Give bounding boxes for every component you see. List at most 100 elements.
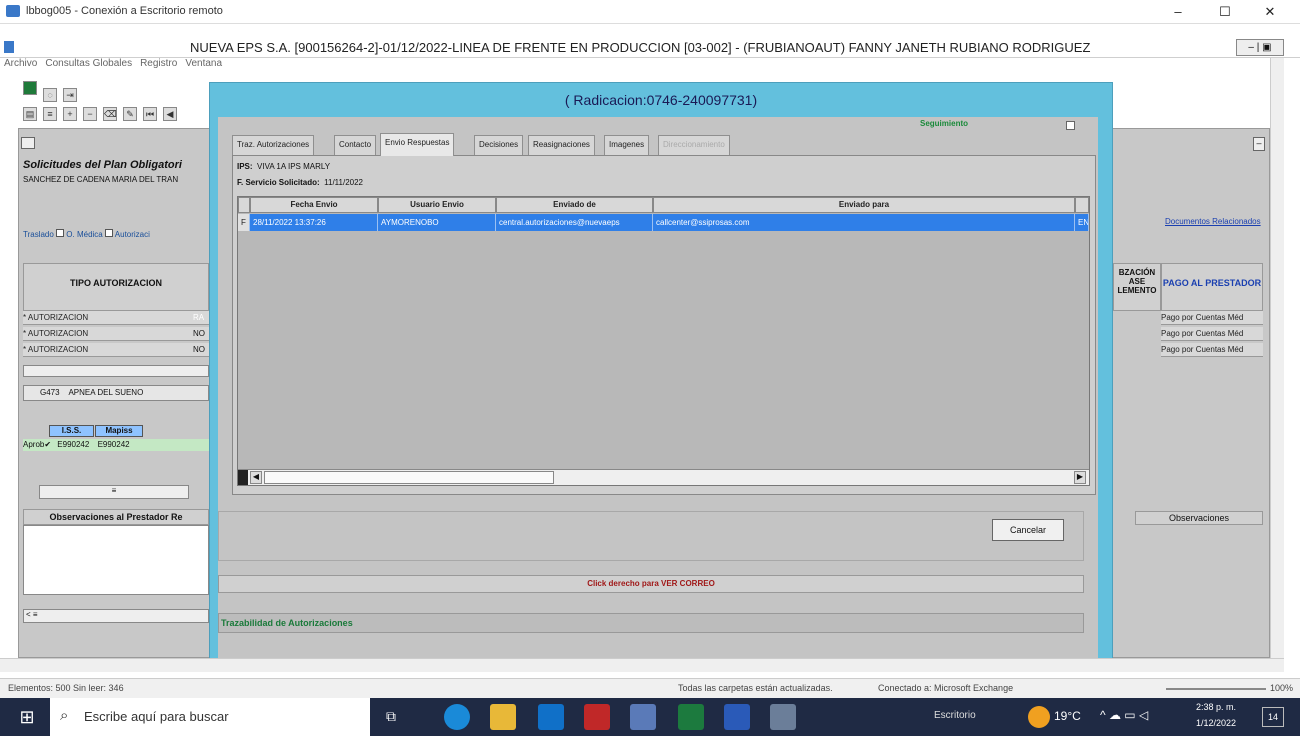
tab-envio-respuestas[interactable]: Envio Respuestas (380, 133, 455, 156)
tab-contacto[interactable]: Contacto (334, 135, 377, 155)
excel-icon[interactable] (678, 704, 704, 730)
exit-icon[interactable]: ⇥ (63, 88, 77, 102)
taskbar-search[interactable]: ⌕ Escribe aquí para buscar (50, 698, 370, 736)
observaciones-prestador-field[interactable] (23, 525, 209, 595)
print-icon[interactable]: ▤ (23, 107, 37, 121)
observaciones-prestador-header: Observaciones al Prestador Re (23, 509, 209, 525)
word-icon[interactable] (724, 704, 750, 730)
auth-row-3[interactable]: * AUTORIZACION (23, 343, 209, 357)
forms-title: NUEVA EPS S.A. [900156264-2]-01/12/2022-… (190, 40, 1091, 55)
app-hscroll[interactable] (0, 658, 1284, 672)
menu-registro[interactable]: Registro (140, 58, 177, 69)
status-connection: Conectado a: Microsoft Exchange (878, 683, 1014, 693)
seguimiento-checkbox[interactable] (1066, 121, 1075, 130)
scroll-left-icon[interactable]: ◀ (250, 471, 262, 484)
scroll-right-icon[interactable]: ▶ (1074, 471, 1086, 484)
zoom-slider[interactable] (1166, 688, 1266, 690)
approval-status: Aprob (23, 440, 45, 449)
envio-respuestas-panel: IPS: VIVA 1A IPS MARLY F. Servicio Solic… (232, 155, 1096, 495)
mapiss-code: E990242 (97, 440, 130, 449)
paint-icon[interactable] (770, 704, 796, 730)
forms-window-controls[interactable]: – | ▣ (1236, 39, 1284, 56)
auth-row-1[interactable]: * AUTORIZACION (23, 311, 209, 325)
preview-icon[interactable]: ◌ (43, 88, 57, 102)
cancel-button[interactable]: Cancelar (992, 519, 1064, 541)
edit-icon[interactable]: ✎ (123, 107, 137, 121)
row-indicator[interactable]: F (238, 214, 250, 231)
remote-desktop-icon[interactable] (630, 704, 656, 730)
menu-consultas[interactable]: Consultas Globales (45, 58, 132, 69)
minimize-button[interactable]: – (1158, 2, 1198, 22)
close-button[interactable]: ✕ (1250, 2, 1290, 22)
tab-direccionamiento: Direccionamiento (658, 135, 730, 155)
file-explorer-icon[interactable] (490, 704, 516, 730)
toolbar-nav: ▤ ≡ + − ⌫ ✎ ⏮ ◀ (20, 104, 180, 126)
search-icon: ⌕ (60, 707, 69, 724)
desktop-toolbar[interactable]: Escritorio (934, 710, 976, 721)
outlook-statusbar: Elementos: 500 Sin leer: 346 Todas las c… (0, 678, 1300, 698)
oracle-forms-icon[interactable] (584, 704, 610, 730)
weather-icon[interactable] (1028, 706, 1050, 728)
save-icon[interactable] (23, 81, 37, 95)
clock-date[interactable]: 1/12/2022 (1196, 718, 1236, 728)
hint-bar: Click derecho para VER CORREO (218, 575, 1084, 593)
dx-name: APNEA DEL SUENO (68, 388, 144, 397)
mapiss-header: Mapiss (95, 425, 143, 437)
pago-row-1[interactable]: Pago por Cuentas Méd (1161, 311, 1263, 325)
documentos-relacionados-link[interactable]: Documentos Relacionados (1165, 217, 1261, 226)
tab-traz-autorizaciones[interactable]: Traz. Autorizaciones (232, 135, 315, 155)
delete-record-icon[interactable]: − (83, 107, 97, 121)
edge-icon[interactable] (444, 704, 470, 730)
remote-desktop-titlebar: lbbog005 - Conexión a Escritorio remoto … (0, 0, 1300, 24)
clock-time[interactable]: 2:38 p. m. (1196, 702, 1236, 712)
omedica-label: O. Médica (66, 230, 103, 239)
cell-enviado-de[interactable]: central.autorizaciones@nuevaeps (496, 214, 653, 231)
mini-hscroll[interactable]: ≡ (39, 485, 189, 499)
auth-row-2[interactable]: * AUTORIZACION (23, 327, 209, 341)
checkbox-row: Traslado O. Médica Autorizaci (23, 229, 150, 239)
tab-reasignaciones[interactable]: Reasignaciones (528, 135, 595, 155)
auth-hscroll[interactable] (23, 365, 209, 377)
ips-label: IPS: (237, 162, 253, 171)
omedica-checkbox[interactable] (105, 229, 113, 237)
approval-row[interactable]: Aprob✔ E990242 E990242 (23, 439, 209, 451)
list-icon[interactable]: ≡ (43, 107, 57, 121)
grid-hscroll[interactable]: ◀ ▶ (238, 469, 1089, 485)
add-record-icon[interactable]: + (63, 107, 77, 121)
first-record-icon[interactable]: ⏮ (143, 107, 157, 121)
outlook-icon[interactable] (538, 704, 564, 730)
cell-usuario-envio[interactable]: AYMORENOBO (378, 214, 496, 231)
grid-corner (238, 197, 250, 213)
traslado-label: Traslado (23, 230, 54, 239)
form-minimize-icon[interactable]: – (1253, 137, 1265, 151)
col-fecha-envio: Fecha Envio (250, 197, 378, 213)
diagnosis-row[interactable]: G473 APNEA DEL SUENO (23, 385, 209, 401)
radicacion-dialog: ( Radicacion:0746-240097731) Seguimiento… (209, 82, 1113, 665)
task-view-icon[interactable]: ⧉ (386, 708, 396, 725)
clear-icon[interactable]: ⌫ (103, 107, 117, 121)
pago-row-2[interactable]: Pago por Cuentas Méd (1161, 327, 1263, 341)
prev-record-icon[interactable]: ◀ (163, 107, 177, 121)
windows-start-icon[interactable]: ⊞ (8, 698, 46, 736)
menu-archivo[interactable]: Archivo (4, 58, 37, 69)
menu-ventana[interactable]: Ventana (185, 58, 222, 69)
cell-fecha-envio[interactable]: 28/11/2022 13:37:26 (250, 214, 378, 231)
auth-code-2: NO (193, 329, 205, 338)
app-vscroll[interactable] (1270, 58, 1284, 658)
rdp-icon (6, 5, 20, 17)
pago-row-3[interactable]: Pago por Cuentas Méd (1161, 343, 1263, 357)
tray-icons[interactable]: ^ ☁ ▭ ◁ (1100, 708, 1148, 722)
tab-imagenes[interactable]: Imagenes (604, 135, 650, 155)
notification-center-icon[interactable]: 14 (1262, 707, 1284, 727)
cell-extra[interactable]: EN (1075, 214, 1089, 231)
cell-enviado-para[interactable]: callcenter@ssiprosas.com (653, 214, 1075, 231)
right-col-header-1: BZACIÓN ASE LEMENTO (1113, 263, 1161, 311)
scroll-thumb[interactable] (264, 471, 554, 484)
maximize-button[interactable]: ☐ (1205, 2, 1245, 22)
form-restore-icon[interactable] (21, 137, 35, 149)
traslado-checkbox[interactable] (56, 229, 65, 237)
button-area (218, 511, 1084, 561)
obs-hscroll[interactable]: < ≡ (23, 609, 209, 623)
status-items: Elementos: 500 Sin leer: 346 (8, 683, 124, 693)
tab-decisiones[interactable]: Decisiones (474, 135, 524, 155)
